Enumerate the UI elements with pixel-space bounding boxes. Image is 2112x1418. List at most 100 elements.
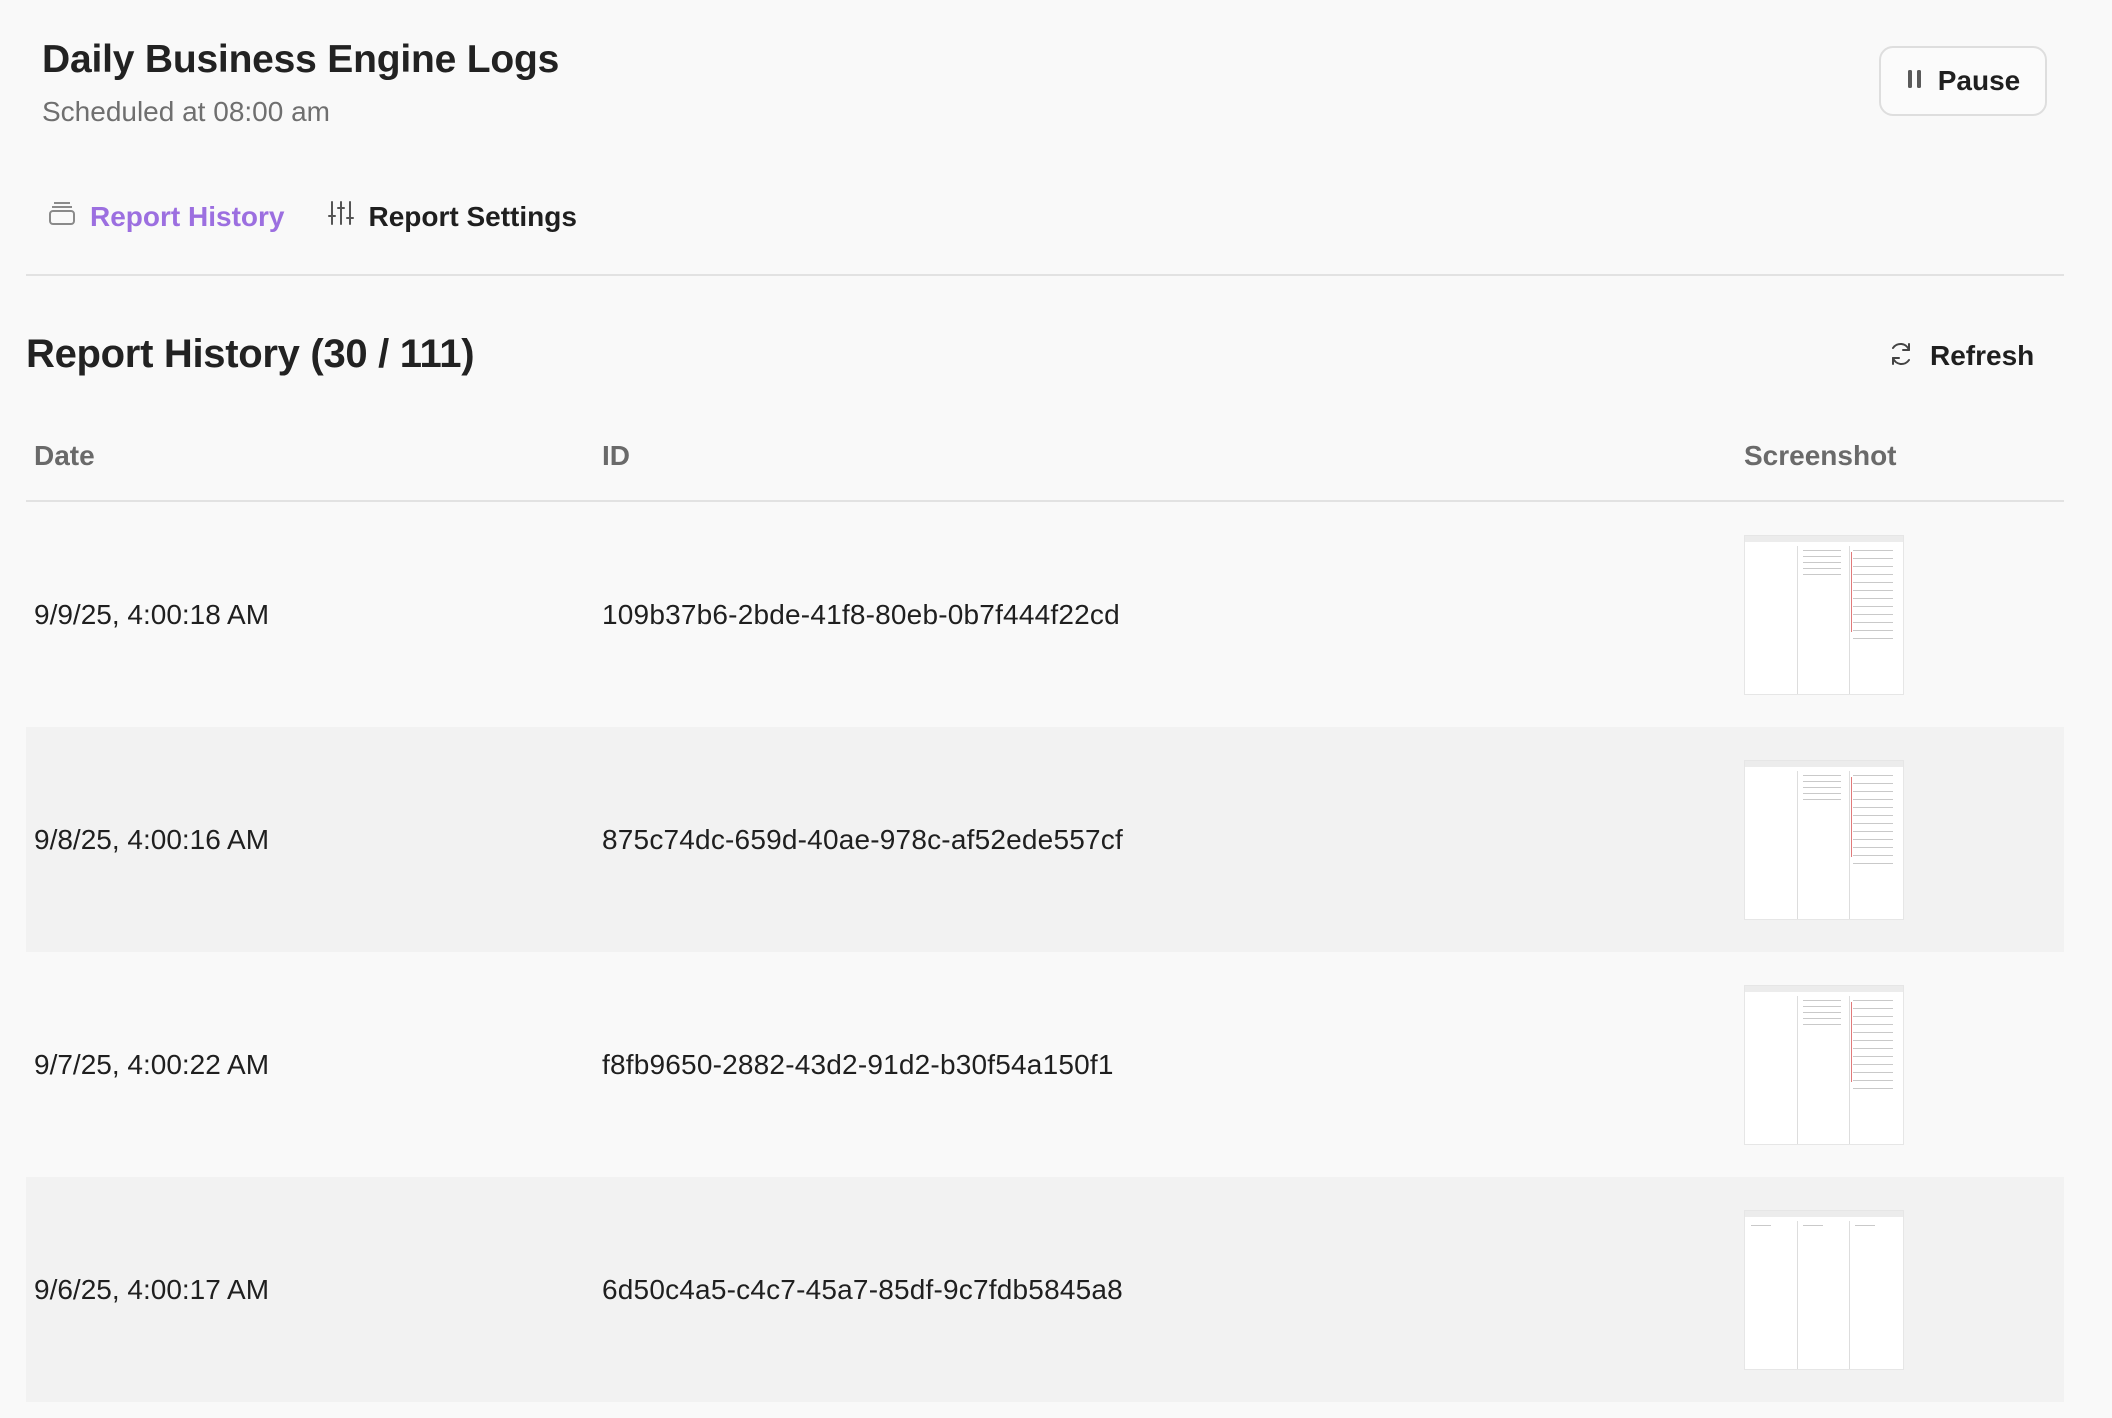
thumbnail-text-line (1855, 1225, 1875, 1226)
thumbnail-text-line (1853, 1008, 1893, 1009)
thumbnail-column (1849, 771, 1850, 919)
thumbnail-text-line (1853, 863, 1893, 864)
archive-icon (48, 200, 76, 233)
thumbnail-text-line (1853, 831, 1893, 832)
sliders-icon (328, 200, 355, 233)
thumbnail-text-line (1853, 815, 1893, 816)
thumbnail-toolbar (1745, 536, 1903, 542)
thumbnail-text-line (1853, 1056, 1893, 1057)
screenshot-thumbnail[interactable] (1744, 1210, 1904, 1370)
tab-label: Report History (90, 200, 285, 232)
thumbnail-text-line (1853, 566, 1893, 567)
thumbnail-column (1797, 546, 1798, 694)
row-date: 9/7/25, 4:00:22 AM (34, 1048, 270, 1080)
table-row[interactable]: 9/6/25, 4:00:17 AM 6d50c4a5-c4c7-45a7-85… (26, 1177, 2064, 1402)
thumbnail-column (1849, 996, 1850, 1144)
table-header: Date ID Screenshot (26, 420, 2064, 502)
thumbnail-text-line (1853, 590, 1893, 591)
thumbnail-highlight-line (1851, 777, 1852, 857)
page-title: Daily Business Engine Logs (42, 38, 560, 81)
thumbnail-text-line (1803, 1225, 1823, 1226)
thumbnail-text-line (1853, 839, 1893, 840)
thumbnail-text-line (1853, 1088, 1893, 1089)
thumbnail-toolbar (1745, 986, 1903, 992)
thumbnail-text-line (1853, 1064, 1893, 1065)
thumbnail-text-line (1853, 638, 1893, 639)
thumbnail-text-line (1853, 622, 1893, 623)
thumbnail-highlight-line (1851, 1002, 1852, 1082)
thumbnail-highlight-line (1851, 552, 1852, 632)
thumbnail-text-line (1853, 582, 1893, 583)
tab-label: Report Settings (368, 200, 577, 232)
thumbnail-text-line (1853, 574, 1893, 575)
thumbnail-text-line (1853, 1072, 1893, 1073)
thumbnail-column (1849, 546, 1850, 694)
column-header-screenshot: Screenshot (1744, 440, 1897, 471)
table-row[interactable]: 9/7/25, 4:00:22 AM f8fb9650-2882-43d2-91… (26, 952, 2064, 1177)
tab-divider (26, 274, 2064, 276)
thumbnail-text-line (1853, 1048, 1893, 1049)
thumbnail-text-line (1803, 799, 1841, 800)
thumbnail-text-line (1853, 799, 1893, 800)
tab-report-history[interactable]: Report History (48, 200, 284, 233)
thumbnail-text-line (1803, 1018, 1841, 1019)
thumbnail-text-line (1803, 556, 1841, 557)
thumbnail-text-line (1853, 614, 1893, 615)
pause-button[interactable]: Pause (1879, 46, 2047, 116)
tab-report-settings[interactable]: Report Settings (328, 200, 577, 233)
row-id: 109b37b6-2bde-41f8-80eb-0b7f444f22cd (602, 598, 1120, 630)
row-id: 875c74dc-659d-40ae-978c-af52ede557cf (602, 823, 1123, 855)
thumbnail-text-line (1853, 1024, 1893, 1025)
thumbnail-text-line (1803, 1012, 1841, 1013)
thumbnail-text-line (1853, 606, 1893, 607)
thumbnail-column (1797, 996, 1798, 1144)
thumbnail-column (1797, 1221, 1798, 1369)
thumbnail-column (1797, 771, 1798, 919)
thumbnail-text-line (1853, 558, 1893, 559)
thumbnail-text-line (1853, 847, 1893, 848)
thumbnail-text-line (1853, 807, 1893, 808)
report-history-table: Date ID Screenshot 9/9/25, 4:00:18 AM 10… (26, 420, 2064, 1402)
screenshot-thumbnail[interactable] (1744, 985, 1904, 1145)
pause-label: Pause (1937, 65, 2021, 96)
table-row[interactable]: 9/8/25, 4:00:16 AM 875c74dc-659d-40ae-97… (26, 727, 2064, 952)
tab-bar: Report History Report Settings (48, 200, 577, 233)
thumbnail-text-line (1853, 550, 1893, 551)
section-title: Report History (30 / 111) (26, 332, 475, 376)
row-id: f8fb9650-2882-43d2-91d2-b30f54a150f1 (602, 1048, 1114, 1080)
screenshot-thumbnail[interactable] (1744, 760, 1904, 920)
pause-icon (1906, 68, 1924, 95)
thumbnail-text-line (1853, 630, 1893, 631)
thumbnail-text-line (1853, 775, 1893, 776)
thumbnail-text-line (1803, 568, 1841, 569)
thumbnail-text-line (1803, 1006, 1841, 1007)
thumbnail-text-line (1803, 1024, 1841, 1025)
row-date: 9/6/25, 4:00:17 AM (34, 1273, 270, 1305)
column-header-date: Date (34, 440, 95, 471)
row-id: 6d50c4a5-c4c7-45a7-85df-9c7fdb5845a8 (602, 1273, 1123, 1305)
thumbnail-text-line (1853, 783, 1893, 784)
thumbnail-text-line (1853, 1080, 1893, 1081)
thumbnail-text-line (1803, 574, 1841, 575)
table-row[interactable]: 9/9/25, 4:00:18 AM 109b37b6-2bde-41f8-80… (26, 502, 2064, 727)
refresh-icon (1888, 341, 1914, 372)
refresh-label: Refresh (1930, 340, 2035, 371)
thumbnail-text-line (1803, 781, 1841, 782)
thumbnail-text-line (1803, 787, 1841, 788)
thumbnail-text-line (1853, 791, 1893, 792)
thumbnail-text-line (1803, 793, 1841, 794)
thumbnail-text-line (1853, 598, 1893, 599)
thumbnail-text-line (1751, 1225, 1771, 1226)
thumbnail-text-line (1853, 1040, 1893, 1041)
thumbnail-text-line (1803, 550, 1841, 551)
refresh-button[interactable]: Refresh (1888, 334, 2034, 378)
schedule-subtitle: Scheduled at 08:00 am (42, 96, 330, 127)
thumbnail-text-line (1853, 1000, 1893, 1001)
row-date: 9/9/25, 4:00:18 AM (34, 598, 270, 630)
thumbnail-text-line (1803, 775, 1841, 776)
screenshot-thumbnail[interactable] (1744, 535, 1904, 695)
row-date: 9/8/25, 4:00:16 AM (34, 823, 270, 855)
column-header-id: ID (602, 440, 630, 471)
thumbnail-text-line (1853, 855, 1893, 856)
thumbnail-text-line (1803, 1000, 1841, 1001)
